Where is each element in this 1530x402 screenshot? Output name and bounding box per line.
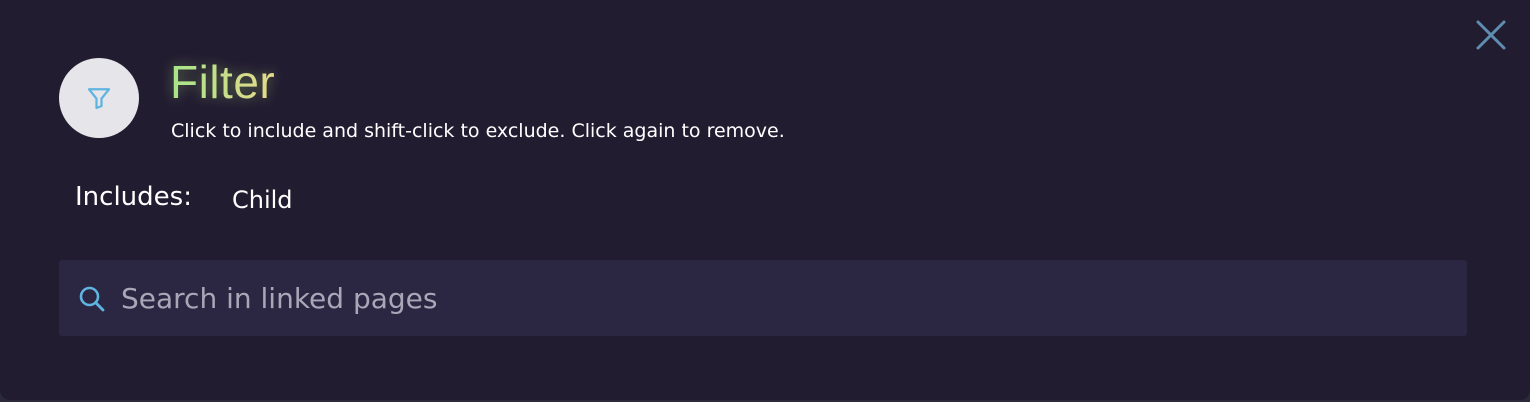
filter-dialog: Filter Click to include and shift-click … (0, 0, 1530, 400)
close-button[interactable] (1472, 16, 1510, 54)
filter-icon (87, 88, 111, 110)
filter-badge (59, 58, 139, 138)
includes-label: Includes: (75, 182, 192, 212)
close-icon (1476, 20, 1506, 50)
search-input[interactable] (121, 260, 1451, 336)
dialog-subtitle: Click to include and shift-click to excl… (171, 120, 785, 142)
search-icon (79, 286, 105, 312)
include-chip-child[interactable]: Child (232, 185, 293, 215)
dialog-title: Filter (170, 52, 275, 112)
search-box[interactable] (59, 260, 1467, 336)
